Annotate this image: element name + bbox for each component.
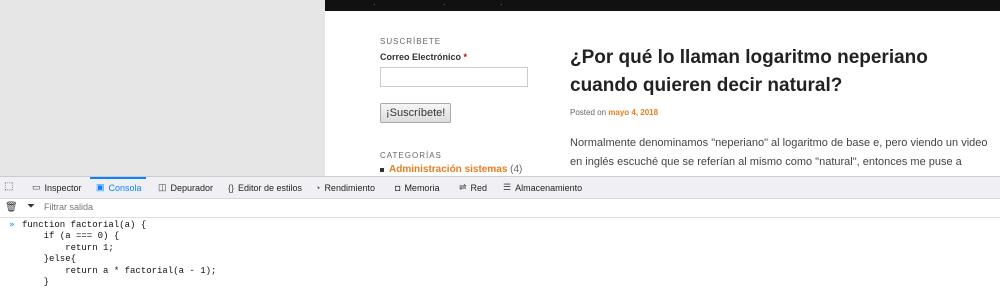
webpage-viewport: . . . SUSCRÍBETE Correo Electrónico * ¡S… — [0, 0, 1000, 176]
tab-label: Rendimiento — [324, 182, 375, 193]
list-item: Administración sistemas (4) — [380, 164, 540, 175]
tab-network[interactable]: ⇌ Red — [459, 177, 487, 198]
category-count: (4) — [510, 164, 523, 175]
console-code[interactable]: function factorial(a) { if (a === 0) { r… — [22, 220, 216, 288]
inspector-icon: ▭ — [32, 182, 41, 192]
post-date-link[interactable]: mayo 4, 2018 — [608, 108, 658, 117]
required-mark: * — [463, 52, 468, 62]
tab-style-editor[interactable]: {} Editor de estilos — [228, 177, 302, 198]
console-filter-bar: 🗑 ⏷ Filtrar salida — [0, 199, 1000, 218]
top-bar-text: . — [500, 0, 503, 7]
tab-memory[interactable]: ◘ Memoria — [395, 177, 439, 198]
page-left-margin — [0, 0, 325, 176]
memory-icon: ◘ — [395, 182, 401, 193]
email-label-text: Correo Electrónico — [380, 52, 462, 62]
tab-label: Editor de estilos — [238, 182, 303, 193]
site-top-bar: . . . — [325, 0, 1000, 11]
tab-label: Depurador — [170, 182, 214, 193]
posted-on-label: Posted on — [570, 108, 607, 117]
site-content: SUSCRÍBETE Correo Electrónico * ¡Suscríb… — [325, 11, 1000, 176]
categories-widget-title: CATEGORÍAS — [380, 151, 442, 160]
article: ¿Por qué lo llaman logaritmo neperiano c… — [570, 44, 990, 176]
email-field[interactable] — [380, 67, 528, 87]
tab-debugger[interactable]: ◫ Depurador — [158, 177, 213, 198]
post-meta: Posted on mayo 4, 2018 — [570, 108, 990, 117]
tab-inspector[interactable]: ▭ Inspector — [32, 177, 82, 198]
console-icon: ▣ — [96, 182, 105, 192]
category-link[interactable]: Administración sistemas — [389, 164, 507, 175]
tab-label: Consola — [108, 182, 142, 193]
tab-performance[interactable]: ◔ Rendimiento — [315, 177, 375, 198]
tab-console[interactable]: ▣ Consola — [90, 177, 146, 198]
element-picker-icon[interactable]: ⬚ — [4, 181, 16, 192]
trash-icon[interactable]: 🗑 — [5, 202, 18, 213]
storage-icon: ☰ — [503, 182, 512, 192]
subscribe-widget-title: SUSCRÍBETE — [380, 37, 442, 46]
console-output[interactable]: » function factorial(a) { if (a === 0) {… — [0, 219, 1000, 289]
tab-label: Inspector — [44, 182, 82, 193]
article-title[interactable]: ¿Por qué lo llaman logaritmo neperiano c… — [570, 44, 990, 100]
network-icon: ⇌ — [459, 182, 467, 192]
filter-output-input[interactable]: Filtrar salida — [44, 202, 93, 212]
filter-icon: ⏷ — [27, 201, 35, 212]
performance-icon: ◔ — [315, 182, 321, 193]
top-bar-text: . — [373, 0, 376, 7]
category-list: Administración sistemas (4) — [380, 164, 540, 175]
console-prompt-icon: » — [9, 220, 15, 230]
article-paragraph: Normalmente denominamos "neperiano" al l… — [570, 137, 988, 176]
devtools-panel: ⬚ ▭ Inspector ▣ Consola ◫ Depurador {} E… — [0, 176, 1000, 289]
sidebar: SUSCRÍBETE Correo Electrónico * ¡Suscríb… — [380, 37, 540, 175]
tab-label: Almacenamiento — [515, 182, 583, 193]
subscribe-button[interactable]: ¡Suscríbete! — [380, 103, 452, 123]
tab-label: Red — [470, 182, 488, 193]
tab-label: Memoria — [404, 182, 440, 193]
tab-storage[interactable]: ☰ Almacenamiento — [503, 177, 582, 198]
debugger-icon: ◫ — [158, 182, 167, 192]
email-label: Correo Electrónico * — [380, 52, 540, 62]
style-editor-icon: {} — [228, 182, 235, 193]
devtools-toolbar: ⬚ ▭ Inspector ▣ Consola ◫ Depurador {} E… — [0, 177, 1000, 199]
top-bar-text: . — [443, 0, 446, 7]
